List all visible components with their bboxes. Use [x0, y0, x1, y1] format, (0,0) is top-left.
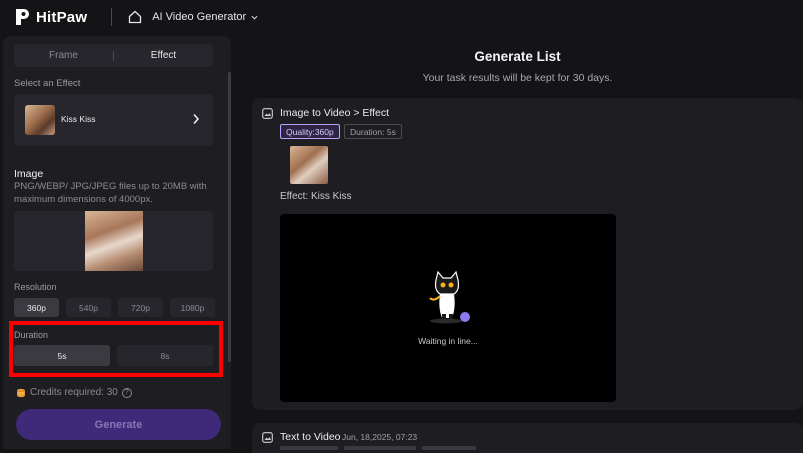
- home-icon[interactable]: [128, 10, 142, 24]
- highlight-box: [9, 321, 223, 377]
- tab-effect[interactable]: Effect: [114, 50, 213, 61]
- image-to-video-icon: [262, 108, 273, 119]
- duration-badge: Duration: 5s: [344, 124, 402, 139]
- generate-list-area: Generate List Your task results will be …: [232, 34, 803, 453]
- task-title: Image to Video > Effect: [280, 107, 390, 119]
- generate-button[interactable]: Generate: [16, 409, 221, 440]
- settings-panel: Frame Effect Select an Effect Kiss Kiss …: [3, 36, 231, 449]
- chevron-right-icon: [193, 113, 200, 125]
- task-card: Image to Video > Effect Quality:360p Dur…: [252, 98, 803, 410]
- task-title: Text to Video: [280, 431, 341, 443]
- logo[interactable]: HitPaw: [14, 8, 87, 26]
- top-bar: HitPaw AI Video Generator: [0, 0, 803, 34]
- topbar-divider: [111, 8, 113, 26]
- badge-stub: [344, 446, 416, 450]
- image-section-title: Image: [14, 168, 44, 180]
- hitpaw-logo-icon: [16, 9, 29, 25]
- resolution-options: 360p 540p 720p 1080p: [14, 298, 215, 317]
- quality-badge: Quality:360p: [280, 124, 340, 139]
- app-switcher[interactable]: AI Video Generator: [152, 11, 258, 23]
- badge-stub: [422, 446, 476, 450]
- task-effect-label: Effect: Kiss Kiss: [280, 191, 352, 202]
- video-preview: Waiting in line...: [280, 214, 616, 402]
- effect-thumbnail: [25, 105, 55, 135]
- chevron-down-icon: [251, 15, 258, 20]
- task-source-thumbnail[interactable]: [290, 146, 328, 184]
- effect-name: Kiss Kiss: [61, 114, 96, 124]
- effect-selector[interactable]: Kiss Kiss: [14, 94, 213, 146]
- mode-tabs: Frame Effect: [14, 44, 213, 67]
- task-date: Jun, 18,2025, 07:23: [342, 432, 418, 442]
- page-subtitle: Your task results will be kept for 30 da…: [422, 72, 613, 84]
- resolution-option-720p[interactable]: 720p: [118, 298, 163, 317]
- uploaded-image-preview: [85, 211, 143, 271]
- resolution-option-1080p[interactable]: 1080p: [170, 298, 215, 317]
- status-text: Waiting in line...: [418, 336, 478, 346]
- sidebar-scrollbar[interactable]: [228, 72, 231, 362]
- resolution-option-360p[interactable]: 360p: [14, 298, 59, 317]
- logo-text: HitPaw: [36, 8, 88, 26]
- help-icon[interactable]: ?: [121, 387, 132, 398]
- app-switcher-label: AI Video Generator: [152, 11, 247, 23]
- credits-text: Credits required: 30: [30, 387, 118, 398]
- resolution-option-540p[interactable]: 540p: [66, 298, 111, 317]
- resolution-label: Resolution: [14, 282, 57, 292]
- text-to-video-icon: [262, 432, 273, 443]
- tab-frame[interactable]: Frame: [14, 50, 113, 61]
- coin-stack-icon: [17, 388, 25, 397]
- badge-stub: [280, 446, 338, 450]
- credits-info: Credits required: 30 ?: [16, 387, 132, 398]
- effect-section-label: Select an Effect: [14, 78, 81, 89]
- image-requirements: PNG/WEBP/ JPG/JPEG files up to 20MB with…: [14, 181, 207, 205]
- image-upload-area[interactable]: [14, 211, 213, 271]
- page-title: Generate List: [474, 49, 561, 64]
- cat-mascot-icon: [429, 270, 470, 324]
